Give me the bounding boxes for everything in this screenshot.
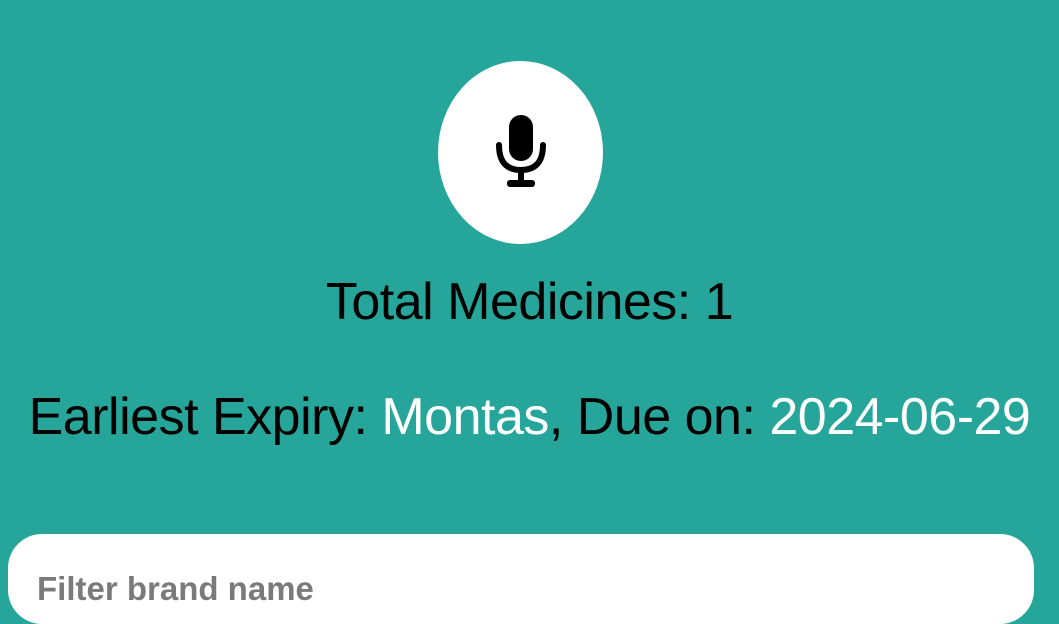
microphone-icon: [495, 114, 546, 187]
voice-input-button[interactable]: [438, 61, 603, 244]
due-on-label: , Due on:: [548, 388, 756, 446]
filter-brand-input[interactable]: [8, 534, 1034, 624]
total-medicines-label: Total Medicines:: [325, 273, 691, 331]
earliest-expiry-date: 2024-06-29: [769, 388, 1031, 446]
filter-box: [8, 534, 1034, 624]
total-medicines-count: 1: [704, 273, 734, 331]
total-medicines: Total Medicines: 1: [0, 268, 1059, 336]
earliest-expiry: Earliest Expiry: Montas, Due on: 2024-06…: [0, 383, 1059, 451]
earliest-expiry-medicine: Montas: [381, 388, 549, 446]
earliest-expiry-label: Earliest Expiry:: [28, 388, 368, 446]
